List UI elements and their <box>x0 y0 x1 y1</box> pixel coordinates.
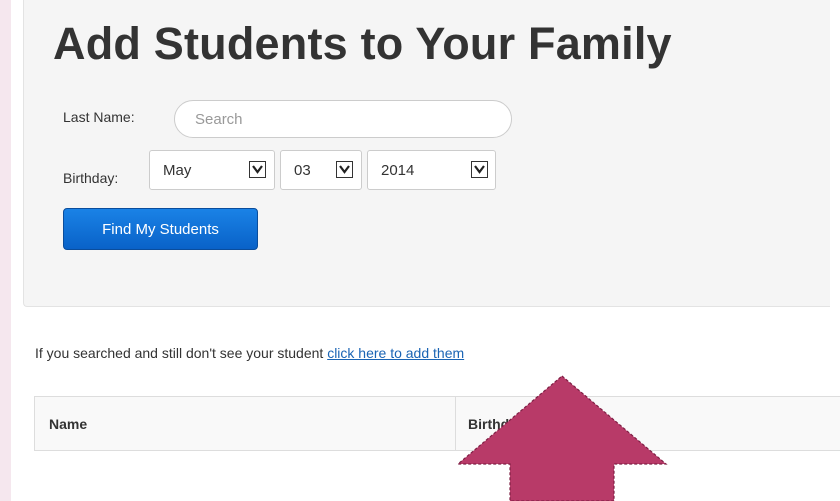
arrow-up-icon <box>456 375 668 501</box>
info-text: If you searched and still don't see your… <box>35 345 328 361</box>
info-message: If you searched and still don't see your… <box>35 345 464 361</box>
month-value: May <box>163 162 192 179</box>
day-value: 03 <box>294 162 311 179</box>
chevron-down-icon <box>249 161 266 178</box>
find-my-students-button[interactable]: Find My Students <box>63 208 258 250</box>
last-name-search-input[interactable] <box>174 100 512 138</box>
column-header-name: Name <box>49 416 88 432</box>
birthday-day-select[interactable]: 03 <box>280 150 362 190</box>
add-student-link[interactable]: click here to add them <box>327 345 464 361</box>
birthday-label: Birthday: <box>63 170 119 186</box>
chevron-down-icon <box>471 161 488 178</box>
birthday-month-select[interactable]: May <box>149 150 275 190</box>
last-name-label: Last Name: <box>63 109 135 125</box>
year-value: 2014 <box>381 162 415 179</box>
birthday-year-select[interactable]: 2014 <box>367 150 496 190</box>
page-title: Add Students to Your Family <box>53 18 672 69</box>
students-table-header: Name Birthday <box>34 396 840 451</box>
chevron-down-icon <box>336 161 353 178</box>
